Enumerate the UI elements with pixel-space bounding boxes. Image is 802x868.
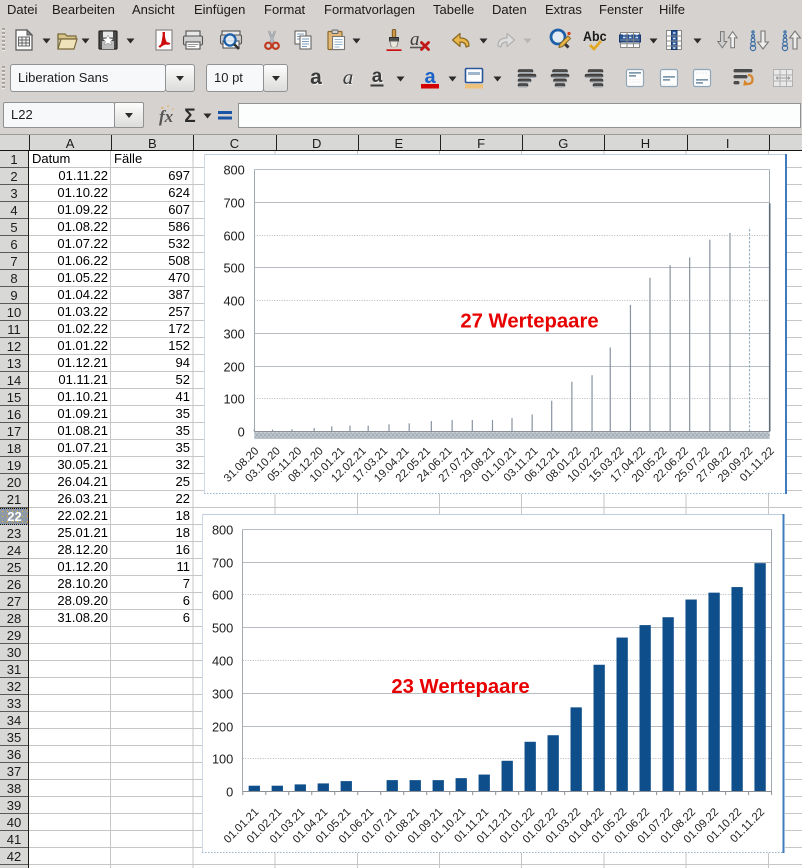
svg-text:100: 100 <box>212 751 233 766</box>
svg-text:800: 800 <box>223 162 244 177</box>
svg-text:200: 200 <box>212 719 233 734</box>
svg-text:300: 300 <box>223 326 244 341</box>
svg-text:700: 700 <box>223 195 244 210</box>
svg-text:500: 500 <box>212 620 233 635</box>
svg-text:0: 0 <box>238 424 245 439</box>
svg-text:700: 700 <box>212 555 233 570</box>
svg-text:600: 600 <box>212 587 233 602</box>
svg-text:fx: fx <box>159 107 174 126</box>
svg-text:500: 500 <box>223 260 244 275</box>
svg-text:a: a <box>372 66 383 87</box>
svg-text:300: 300 <box>212 686 233 701</box>
svg-text:600: 600 <box>223 228 244 243</box>
svg-text:27 Wertepaare: 27 Wertepaare <box>460 311 598 333</box>
svg-text:400: 400 <box>212 653 233 668</box>
svg-text:400: 400 <box>223 293 244 308</box>
svg-text:23 Wertepaare: 23 Wertepaare <box>391 676 529 698</box>
svg-text:Σ: Σ <box>184 106 195 127</box>
svg-text:100: 100 <box>223 391 244 406</box>
svg-text:200: 200 <box>223 359 244 374</box>
svg-text:Abc: Abc <box>583 28 607 44</box>
svg-text:a: a <box>310 66 322 89</box>
svg-text:a: a <box>343 66 354 89</box>
svg-text:0: 0 <box>226 784 233 799</box>
svg-text:800: 800 <box>212 522 233 537</box>
